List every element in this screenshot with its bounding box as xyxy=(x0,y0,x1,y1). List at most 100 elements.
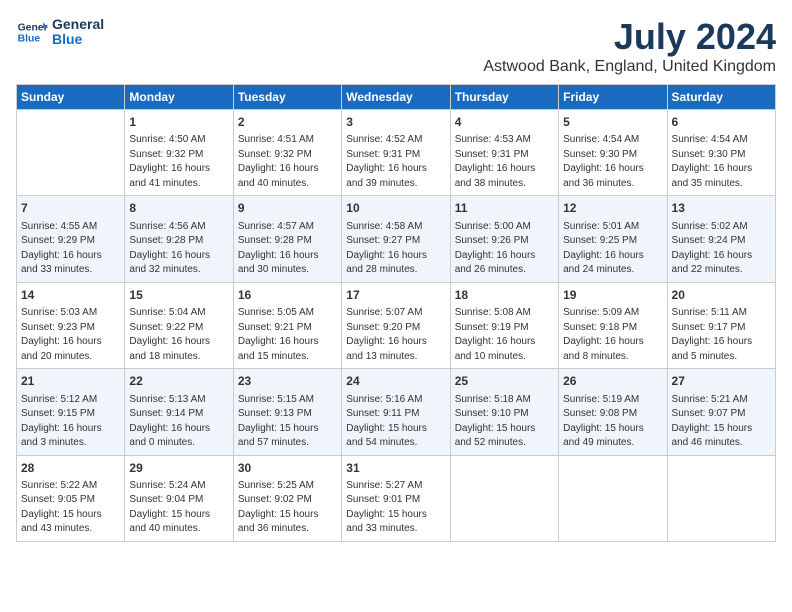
cell-content-line: and 33 minutes. xyxy=(346,522,445,537)
cell-content-line: Sunrise: 4:52 AM xyxy=(346,133,445,148)
cell-content-line: Sunset: 9:25 PM xyxy=(563,234,662,249)
day-number: 30 xyxy=(238,460,337,477)
cell-content-line: Sunset: 9:10 PM xyxy=(455,407,554,422)
calendar-week-row: 1Sunrise: 4:50 AMSunset: 9:32 PMDaylight… xyxy=(17,110,776,196)
day-number: 8 xyxy=(129,200,228,217)
cell-content-line: Sunset: 9:31 PM xyxy=(455,148,554,163)
calendar-table: SundayMondayTuesdayWednesdayThursdayFrid… xyxy=(16,84,776,542)
cell-content-line: Daylight: 16 hours xyxy=(672,335,771,350)
weekday-header: Saturday xyxy=(667,85,775,110)
cell-content-line: Sunset: 9:23 PM xyxy=(21,321,120,336)
cell-content-line: Sunrise: 5:15 AM xyxy=(238,393,337,408)
cell-content-line: Sunset: 9:02 PM xyxy=(238,493,337,508)
cell-content-line: Daylight: 16 hours xyxy=(21,249,120,264)
logo-general: General xyxy=(52,17,104,32)
cell-content-line: and 57 minutes. xyxy=(238,436,337,451)
day-number: 11 xyxy=(455,200,554,217)
cell-content-line: Daylight: 16 hours xyxy=(21,422,120,437)
month-year-title: July 2024 xyxy=(483,16,776,58)
cell-content-line: and 32 minutes. xyxy=(129,263,228,278)
calendar-cell: 30Sunrise: 5:25 AMSunset: 9:02 PMDayligh… xyxy=(233,455,341,541)
cell-content-line: Daylight: 15 hours xyxy=(238,508,337,523)
page-header: General Blue General Blue July 2024 Astw… xyxy=(16,16,776,76)
cell-content-line: Daylight: 16 hours xyxy=(129,162,228,177)
day-number: 20 xyxy=(672,287,771,304)
cell-content-line: Sunrise: 4:57 AM xyxy=(238,220,337,235)
calendar-cell xyxy=(559,455,667,541)
day-number: 14 xyxy=(21,287,120,304)
calendar-cell: 14Sunrise: 5:03 AMSunset: 9:23 PMDayligh… xyxy=(17,282,125,368)
cell-content-line: and 33 minutes. xyxy=(21,263,120,278)
calendar-cell: 26Sunrise: 5:19 AMSunset: 9:08 PMDayligh… xyxy=(559,369,667,455)
calendar-cell: 20Sunrise: 5:11 AMSunset: 9:17 PMDayligh… xyxy=(667,282,775,368)
cell-content-line: and 40 minutes. xyxy=(238,177,337,192)
calendar-cell: 21Sunrise: 5:12 AMSunset: 9:15 PMDayligh… xyxy=(17,369,125,455)
cell-content-line: Sunset: 9:19 PM xyxy=(455,321,554,336)
cell-content-line: Sunrise: 5:19 AM xyxy=(563,393,662,408)
cell-content-line: and 36 minutes. xyxy=(563,177,662,192)
cell-content-line: Daylight: 15 hours xyxy=(455,422,554,437)
day-number: 26 xyxy=(563,373,662,390)
calendar-cell: 25Sunrise: 5:18 AMSunset: 9:10 PMDayligh… xyxy=(450,369,558,455)
cell-content-line: and 52 minutes. xyxy=(455,436,554,451)
cell-content-line: Daylight: 16 hours xyxy=(563,162,662,177)
cell-content-line: Sunset: 9:20 PM xyxy=(346,321,445,336)
cell-content-line: Sunset: 9:17 PM xyxy=(672,321,771,336)
cell-content-line: and 5 minutes. xyxy=(672,350,771,365)
cell-content-line: Daylight: 16 hours xyxy=(563,249,662,264)
cell-content-line: Sunrise: 4:50 AM xyxy=(129,133,228,148)
cell-content-line: and 10 minutes. xyxy=(455,350,554,365)
cell-content-line: and 40 minutes. xyxy=(129,522,228,537)
calendar-cell: 15Sunrise: 5:04 AMSunset: 9:22 PMDayligh… xyxy=(125,282,233,368)
cell-content-line: Sunset: 9:15 PM xyxy=(21,407,120,422)
cell-content-line: Daylight: 16 hours xyxy=(129,249,228,264)
cell-content-line: Sunrise: 5:24 AM xyxy=(129,479,228,494)
day-number: 6 xyxy=(672,114,771,131)
day-number: 27 xyxy=(672,373,771,390)
cell-content-line: Sunrise: 4:58 AM xyxy=(346,220,445,235)
cell-content-line: and 24 minutes. xyxy=(563,263,662,278)
calendar-cell: 28Sunrise: 5:22 AMSunset: 9:05 PMDayligh… xyxy=(17,455,125,541)
cell-content-line: and 38 minutes. xyxy=(455,177,554,192)
cell-content-line: Sunrise: 4:56 AM xyxy=(129,220,228,235)
cell-content-line: and 8 minutes. xyxy=(563,350,662,365)
cell-content-line: and 54 minutes. xyxy=(346,436,445,451)
day-number: 18 xyxy=(455,287,554,304)
cell-content-line: Sunset: 9:21 PM xyxy=(238,321,337,336)
cell-content-line: Daylight: 15 hours xyxy=(563,422,662,437)
day-number: 7 xyxy=(21,200,120,217)
calendar-cell: 29Sunrise: 5:24 AMSunset: 9:04 PMDayligh… xyxy=(125,455,233,541)
logo-icon: General Blue xyxy=(16,16,48,48)
calendar-week-row: 14Sunrise: 5:03 AMSunset: 9:23 PMDayligh… xyxy=(17,282,776,368)
calendar-cell: 23Sunrise: 5:15 AMSunset: 9:13 PMDayligh… xyxy=(233,369,341,455)
weekday-header: Tuesday xyxy=(233,85,341,110)
cell-content-line: Sunrise: 5:05 AM xyxy=(238,306,337,321)
cell-content-line: Daylight: 16 hours xyxy=(346,249,445,264)
cell-content-line: Daylight: 16 hours xyxy=(672,249,771,264)
cell-content-line: Sunrise: 5:13 AM xyxy=(129,393,228,408)
cell-content-line: and 46 minutes. xyxy=(672,436,771,451)
day-number: 2 xyxy=(238,114,337,131)
cell-content-line: and 30 minutes. xyxy=(238,263,337,278)
calendar-cell: 18Sunrise: 5:08 AMSunset: 9:19 PMDayligh… xyxy=(450,282,558,368)
cell-content-line: Sunrise: 5:08 AM xyxy=(455,306,554,321)
cell-content-line: Sunset: 9:27 PM xyxy=(346,234,445,249)
calendar-cell: 17Sunrise: 5:07 AMSunset: 9:20 PMDayligh… xyxy=(342,282,450,368)
cell-content-line: Sunrise: 5:02 AM xyxy=(672,220,771,235)
calendar-cell: 4Sunrise: 4:53 AMSunset: 9:31 PMDaylight… xyxy=(450,110,558,196)
day-number: 13 xyxy=(672,200,771,217)
cell-content-line: Sunrise: 4:51 AM xyxy=(238,133,337,148)
cell-content-line: Sunset: 9:24 PM xyxy=(672,234,771,249)
cell-content-line: Daylight: 15 hours xyxy=(129,508,228,523)
cell-content-line: Sunset: 9:01 PM xyxy=(346,493,445,508)
calendar-cell: 3Sunrise: 4:52 AMSunset: 9:31 PMDaylight… xyxy=(342,110,450,196)
day-number: 17 xyxy=(346,287,445,304)
cell-content-line: Sunset: 9:11 PM xyxy=(346,407,445,422)
cell-content-line: Sunrise: 5:09 AM xyxy=(563,306,662,321)
cell-content-line: Sunrise: 5:16 AM xyxy=(346,393,445,408)
title-block: July 2024 Astwood Bank, England, United … xyxy=(483,16,776,76)
day-number: 31 xyxy=(346,460,445,477)
day-number: 28 xyxy=(21,460,120,477)
calendar-cell: 12Sunrise: 5:01 AMSunset: 9:25 PMDayligh… xyxy=(559,196,667,282)
cell-content-line: and 36 minutes. xyxy=(238,522,337,537)
